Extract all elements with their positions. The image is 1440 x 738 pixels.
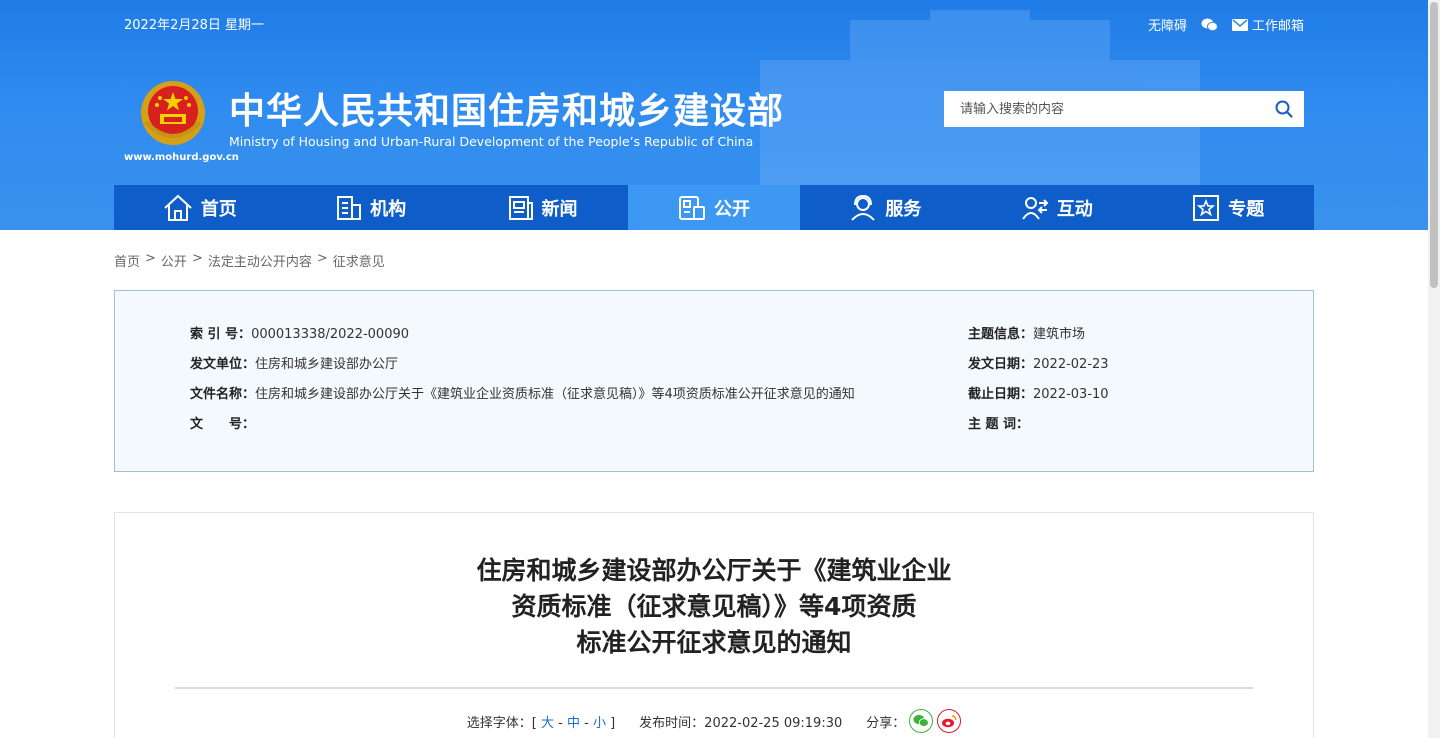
info-value: 2022-03-10 [1033, 387, 1109, 402]
site-url[interactable]: www.mohurd.gov.cn [124, 152, 239, 163]
search-bar [944, 91, 1304, 127]
site-title[interactable]: 中华人民共和国住房和城乡建设部 [229, 82, 784, 134]
nav-item-label: 专题 [1228, 198, 1265, 220]
nav-item-interaction[interactable]: 互动 [971, 185, 1142, 230]
main-nav: 首页 机构 新闻 公开 服务 互动 专题 [114, 185, 1314, 230]
breadcrumb-separator: > [316, 251, 328, 266]
top-links: 无障碍 工作邮箱 [1148, 15, 1304, 34]
share-label: 分享： [866, 715, 906, 731]
info-label: 发文日期： [968, 357, 1034, 372]
publish-time: 发布时间：2022-02-25 09:19:30 [639, 715, 843, 731]
article-title-line: 资质标准（征求意见稿）》等4项资质 [511, 592, 917, 621]
home-icon [164, 194, 192, 221]
info-issuer: 发文单位：住房和城乡建设部办公厅 [190, 353, 398, 372]
nav-item-label: 机构 [370, 198, 407, 220]
nav-item-agency[interactable]: 机构 [285, 185, 456, 230]
article-panel: 住房和城乡建设部办公厅关于《建筑业企业 资质标准（征求意见稿）》等4项资质 标准… [114, 512, 1314, 738]
font-size-small[interactable]: 小 [593, 716, 606, 731]
breadcrumb-home[interactable]: 首页 [114, 251, 140, 270]
font-size-large[interactable]: 大 [541, 716, 554, 731]
public-info-icon [678, 195, 705, 220]
info-issue-date: 发文日期：2022-02-23 [968, 353, 1109, 372]
work-mail-link[interactable]: 工作邮箱 [1231, 15, 1304, 34]
info-label: 发文单位： [190, 357, 256, 372]
national-emblem-icon[interactable] [138, 78, 208, 148]
info-deadline: 截止日期：2022-03-10 [968, 383, 1109, 402]
site-subtitle: Ministry of Housing and Urban-Rural Deve… [229, 134, 754, 149]
nav-item-topic[interactable]: 专题 [1143, 185, 1314, 230]
scrollbar-thumb[interactable] [1430, 2, 1438, 288]
info-value: 000013338/2022-00090 [251, 327, 410, 342]
wechat-icon [913, 714, 930, 727]
work-mail-label: 工作邮箱 [1251, 19, 1304, 34]
service-icon [851, 194, 876, 221]
search-icon [1275, 100, 1293, 118]
info-value: 2022-02-23 [1033, 357, 1109, 372]
breadcrumb: 首页 > 公开 > 法定主动公开内容 > 征求意见 [114, 251, 385, 270]
nav-item-label: 新闻 [541, 198, 578, 220]
nav-item-service[interactable]: 服务 [800, 185, 971, 230]
breadcrumb-statutory[interactable]: 法定主动公开内容 [208, 251, 312, 270]
nav-item-home[interactable]: 首页 [114, 185, 285, 230]
breadcrumb-separator: > [191, 251, 203, 266]
accessibility-link[interactable]: 无障碍 [1148, 15, 1187, 34]
info-value: 住房和城乡建设部办公厅 [255, 357, 399, 372]
font-size-selector: 选择字体：[ 大 - 中 - 小 ] [467, 712, 615, 731]
interaction-icon [1021, 196, 1049, 220]
info-filename: 文件名称：住房和城乡建设部办公厅关于《建筑业企业资质标准（征求意见稿）》等4项资… [190, 383, 855, 402]
share-weibo-button[interactable] [937, 709, 962, 733]
topic-icon [1193, 194, 1220, 221]
nav-item-news[interactable]: 新闻 [457, 185, 628, 230]
nav-item-public[interactable]: 公开 [628, 185, 800, 230]
nav-item-label: 互动 [1056, 198, 1093, 220]
info-label: 截止日期： [968, 387, 1034, 402]
font-size-medium[interactable]: 中 [567, 716, 580, 731]
article-meta: 选择字体：[ 大 - 中 - 小 ] 发布时间：2022-02-25 09:19… [115, 709, 1313, 733]
search-button[interactable] [1264, 91, 1304, 127]
nav-item-label: 服务 [885, 198, 922, 220]
site-header: 2022年2月28日 星期一 无障碍 工作邮箱 www.mohurd.gov.c [0, 0, 1428, 230]
breadcrumb-solicit[interactable]: 征求意见 [333, 251, 385, 270]
font-size-label: 选择字体：[ [466, 715, 537, 731]
breadcrumb-public[interactable]: 公开 [161, 251, 187, 270]
building-icon [337, 195, 362, 220]
info-keywords: 主 题 词： [968, 413, 1029, 432]
info-value: 住房和城乡建设部办公厅关于《建筑业企业资质标准（征求意见稿）》等4项资质标准公开… [255, 387, 855, 402]
weibo-icon [942, 715, 957, 728]
info-label: 主 题 词： [968, 417, 1030, 432]
search-input[interactable] [944, 91, 1264, 127]
info-label: 主题信息： [968, 327, 1034, 342]
share-wechat-button[interactable] [909, 709, 934, 733]
info-index: 索 引 号：000013338/2022-00090 [190, 323, 409, 342]
nav-item-label: 公开 [713, 198, 750, 220]
title-divider [175, 687, 1253, 689]
info-label: 索 引 号： [190, 327, 252, 342]
current-date: 2022年2月28日 星期一 [124, 18, 265, 33]
info-label: 文 号： [190, 417, 256, 432]
news-icon [508, 195, 533, 220]
font-size-close: ] [610, 715, 616, 731]
document-info-box: 索 引 号：000013338/2022-00090 发文单位：住房和城乡建设部… [114, 290, 1314, 472]
wechat-link[interactable] [1201, 18, 1218, 32]
article-title-line: 标准公开征求意见的通知 [576, 628, 852, 657]
nav-item-label: 首页 [200, 198, 237, 220]
font-size-separator: - [584, 715, 589, 731]
font-size-separator: - [558, 715, 563, 731]
wechat-icon [1201, 18, 1218, 31]
breadcrumb-separator: > [145, 251, 156, 266]
info-docno: 文 号： [190, 413, 255, 432]
info-value: 建筑市场 [1033, 327, 1086, 342]
page-scrollbar[interactable] [1428, 0, 1440, 738]
article-title-line: 住房和城乡建设部办公厅关于《建筑业企业 [476, 556, 952, 585]
info-label: 文件名称： [190, 387, 256, 402]
mail-icon [1231, 18, 1248, 31]
article-title: 住房和城乡建设部办公厅关于《建筑业企业 资质标准（征求意见稿）》等4项资质 标准… [115, 553, 1313, 661]
info-topic: 主题信息：建筑市场 [968, 323, 1085, 342]
